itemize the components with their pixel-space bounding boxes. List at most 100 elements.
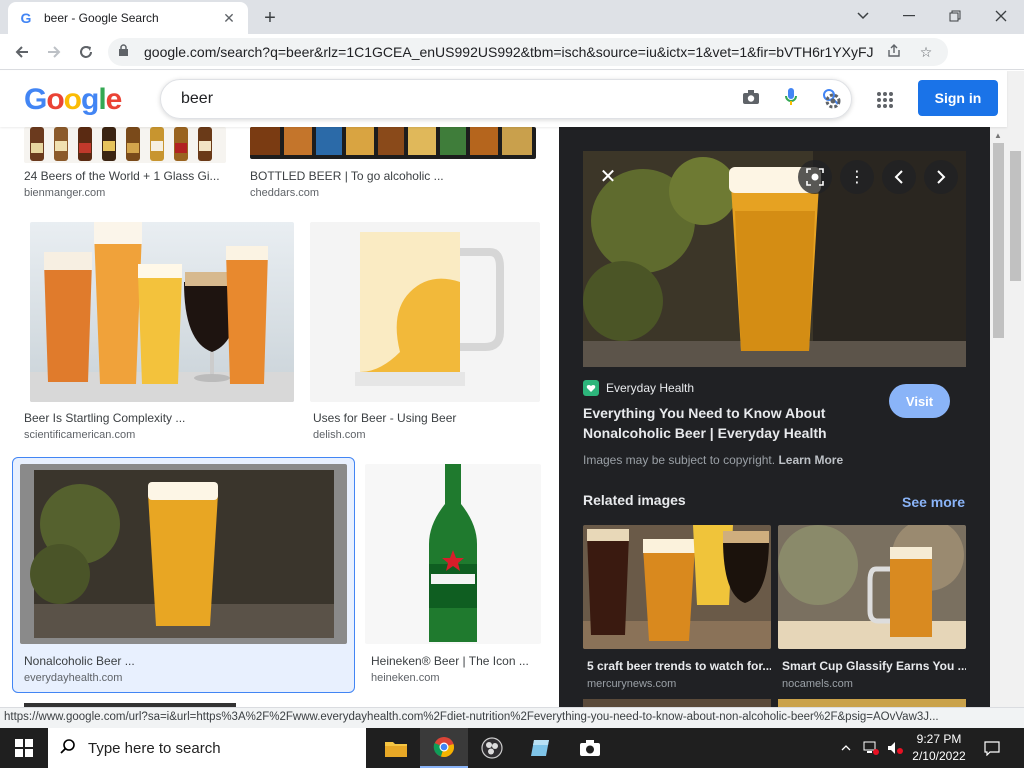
restore-window-button[interactable] — [932, 2, 978, 30]
copyright-text: Images may be subject to copyright. — [583, 453, 776, 467]
result-caption[interactable]: Heineken® Beer | The Icon ... — [371, 654, 541, 668]
obs-studio-icon[interactable] — [468, 728, 516, 768]
sign-in-button[interactable]: Sign in — [918, 80, 998, 116]
windows-taskbar: Type here to search 9:27 PM 2/10/2022 — [0, 728, 1024, 768]
result-source[interactable]: heineken.com — [371, 672, 440, 684]
result-source[interactable]: cheddars.com — [250, 187, 319, 199]
clock-date: 2/10/2022 — [912, 749, 966, 763]
copyright-notice: Images may be subject to copyright. Lear… — [583, 453, 843, 467]
result-source[interactable]: everydayhealth.com — [24, 672, 122, 684]
minimize-window-button[interactable] — [886, 2, 932, 30]
taskbar-search-placeholder: Type here to search — [88, 739, 221, 757]
taskbar-search-box[interactable]: Type here to search — [48, 728, 366, 768]
result-caption[interactable]: Nonalcoholic Beer ... — [24, 654, 344, 668]
close-window-button[interactable] — [978, 2, 1024, 30]
page-scrollbar-thumb[interactable] — [1010, 151, 1021, 281]
network-icon[interactable] — [860, 728, 882, 768]
url-text[interactable]: google.com/search?q=beer&rlz=1C1GCEA_enU… — [144, 44, 874, 60]
everyday-health-logo-icon — [583, 380, 599, 396]
camera-search-icon[interactable] — [731, 89, 771, 110]
logo-letter-g2: g — [81, 83, 99, 116]
back-arrow-icon[interactable] — [8, 38, 36, 66]
reload-icon[interactable] — [72, 38, 100, 66]
related-caption[interactable]: 5 craft beer trends to watch for... — [587, 659, 771, 673]
preview-site-name: Everyday Health — [606, 381, 695, 395]
image-preview-panel: ✕ ⋮ Everyday Health Everything You Need … — [559, 127, 990, 707]
logo-letter-o1: o — [46, 83, 64, 116]
related-image-smart-cup[interactable] — [778, 525, 966, 649]
search-box[interactable]: beer — [160, 79, 852, 119]
result-source[interactable]: delish.com — [313, 429, 366, 441]
link-status-bar: https://www.google.com/url?sa=i&url=http… — [0, 707, 1024, 728]
google-apps-grid-icon[interactable] — [872, 87, 898, 113]
result-source[interactable]: bienmanger.com — [24, 187, 105, 199]
result-image-beer-glasses[interactable] — [30, 222, 294, 402]
file-explorer-icon[interactable] — [372, 728, 420, 768]
chrome-taskbar-icon[interactable] — [420, 728, 468, 768]
related-image-craft-beer[interactable] — [583, 525, 771, 649]
forward-arrow-icon[interactable] — [40, 38, 68, 66]
preview-scrollbar-thumb[interactable] — [993, 143, 1004, 338]
lock-icon[interactable] — [118, 44, 134, 60]
more-options-kebab-icon[interactable]: ⋮ — [840, 160, 874, 194]
logo-letter-e: e — [105, 83, 123, 116]
notifications-icon[interactable] — [980, 728, 1004, 768]
app-blue-pane-icon[interactable] — [516, 728, 564, 768]
search-input[interactable]: beer — [181, 90, 731, 108]
result-image-nonalcoholic-beer[interactable] — [20, 464, 347, 644]
next-related-thumbnail-edge — [778, 699, 966, 707]
previous-image-chevron-left-icon[interactable] — [882, 160, 916, 194]
close-preview-icon[interactable]: ✕ — [595, 163, 621, 189]
related-image-card[interactable]: Smart Cup Glassify Earns You ... nocamel… — [778, 525, 966, 690]
related-image-card[interactable]: 5 craft beer trends to watch for... merc… — [583, 525, 771, 690]
clock-time: 9:27 PM — [916, 732, 962, 746]
preview-title-link[interactable]: Everything You Need to Know About Nonalc… — [583, 403, 863, 443]
close-tab-icon[interactable]: ✕ — [220, 9, 238, 27]
logo-letter-o2: o — [63, 83, 82, 116]
taskbar-clock[interactable]: 9:27 PM 2/10/2022 — [904, 731, 974, 765]
new-tab-button[interactable]: + — [258, 6, 282, 30]
tab-search-chevron-down-icon[interactable] — [840, 2, 886, 30]
windows-start-icon[interactable] — [0, 728, 48, 768]
lens-search-icon[interactable] — [798, 160, 832, 194]
camera-app-icon[interactable] — [566, 728, 614, 768]
scroll-up-arrow-icon[interactable]: ▲ — [994, 131, 1002, 140]
next-image-chevron-right-icon[interactable] — [924, 160, 958, 194]
show-hidden-icons-chevron-up-icon[interactable] — [836, 728, 856, 768]
related-images-heading: Related images — [583, 492, 686, 508]
learn-more-link[interactable]: Learn More — [778, 453, 843, 467]
tab-strip: G beer - Google Search ✕ + — [0, 0, 1024, 34]
image-results-grid: 24 Beers of the World + 1 Glass Gi... bi… — [0, 127, 559, 707]
bookmark-star-icon[interactable]: ☆ — [914, 44, 938, 61]
result-source[interactable]: scientificamerican.com — [24, 429, 135, 441]
next-related-thumbnail-edge — [583, 699, 771, 707]
microphone-icon[interactable] — [771, 87, 811, 112]
result-caption[interactable]: Uses for Beer - Using Beer — [313, 411, 543, 425]
volume-muted-icon[interactable] — [884, 728, 906, 768]
see-more-link[interactable]: See more — [902, 494, 965, 510]
google-logo[interactable]: Google — [24, 83, 123, 117]
page-scrollbar[interactable] — [1007, 71, 1024, 707]
browser-toolbar: google.com/search?q=beer&rlz=1C1GCEA_enU… — [0, 34, 1024, 98]
result-caption[interactable]: Beer Is Startling Complexity ... — [24, 411, 294, 425]
result-caption[interactable]: 24 Beers of the World + 1 Glass Gi... — [24, 169, 224, 183]
address-bar[interactable]: google.com/search?q=beer&rlz=1C1GCEA_enU… — [108, 38, 948, 66]
preview-site[interactable]: Everyday Health — [583, 380, 694, 396]
tab-title: beer - Google Search — [44, 11, 159, 25]
result-image-beers-world[interactable] — [24, 127, 226, 163]
visit-button[interactable]: Visit — [889, 384, 950, 418]
preview-scrollbar[interactable]: ▲ — [990, 127, 1007, 707]
share-icon[interactable] — [882, 43, 906, 61]
related-source[interactable]: nocamels.com — [782, 678, 966, 690]
related-source[interactable]: mercurynews.com — [587, 678, 771, 690]
related-caption[interactable]: Smart Cup Glassify Earns You ... — [782, 659, 966, 673]
tab-google-search[interactable]: G beer - Google Search ✕ — [8, 2, 248, 34]
result-image-heineken-bottle[interactable] — [365, 464, 541, 644]
settings-gear-icon[interactable] — [820, 88, 846, 114]
google-favicon-icon: G — [20, 10, 32, 26]
result-image-beer-mug[interactable] — [310, 222, 540, 402]
google-header: Google beer Sign in — [0, 71, 1007, 127]
result-caption[interactable]: BOTTLED BEER | To go alcoholic ... — [250, 169, 536, 183]
taskbar-search-icon — [60, 738, 76, 759]
result-image-bottled-beer[interactable] — [250, 127, 536, 159]
